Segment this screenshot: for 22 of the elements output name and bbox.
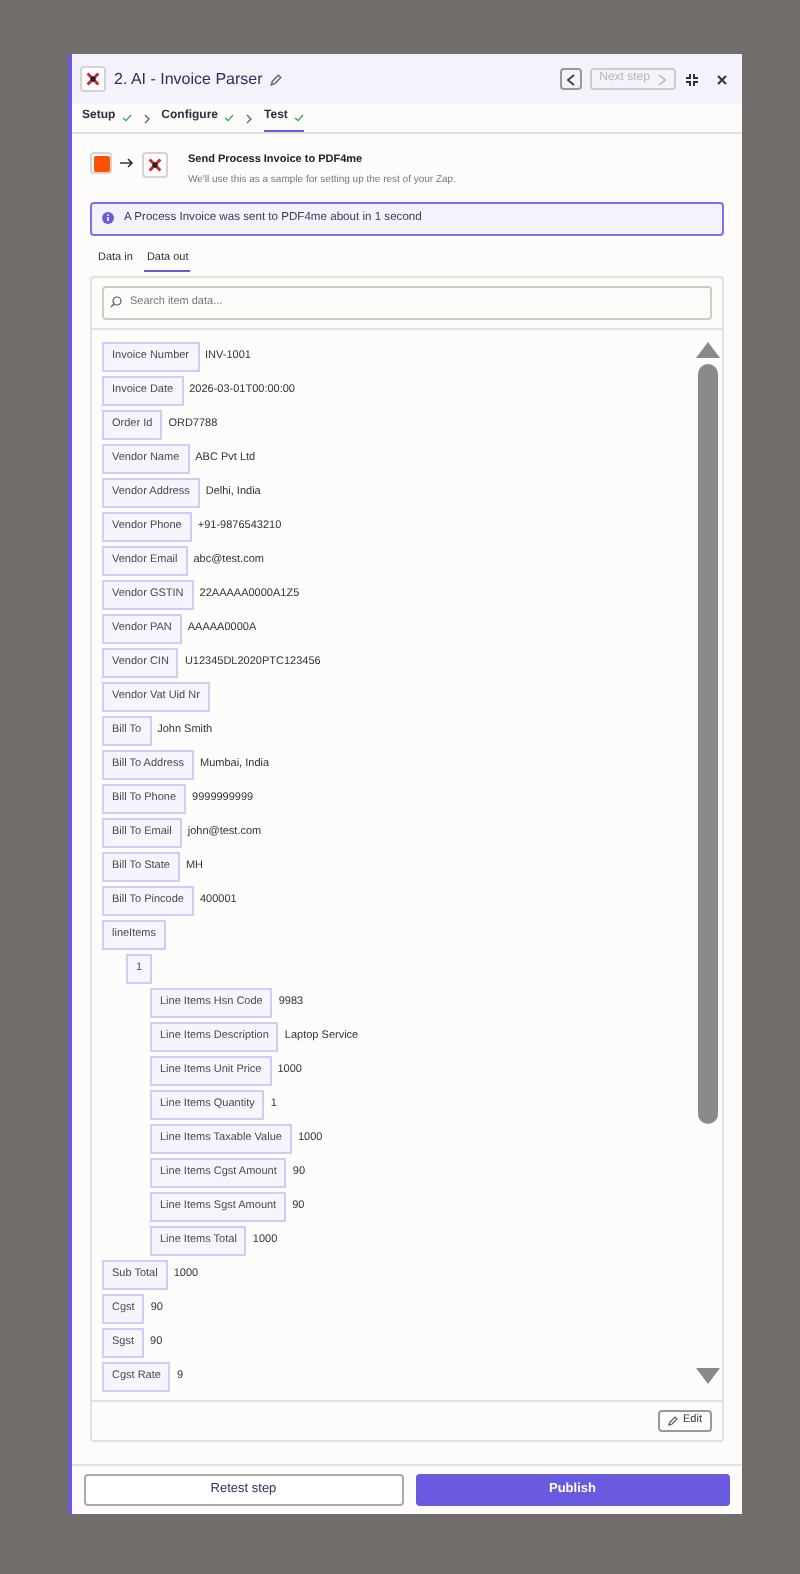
info-icon [102, 212, 114, 225]
arrow-icon [120, 158, 134, 168]
pencil-icon[interactable] [270, 73, 283, 85]
chevron-icon [246, 113, 253, 123]
scroll-up-icon[interactable] [696, 341, 720, 358]
chevron-left-icon [565, 73, 576, 85]
trigger-app-icon [90, 152, 112, 174]
pencil-icon [667, 1415, 678, 1426]
scroll-down-icon[interactable] [696, 1367, 720, 1384]
app-logo-icon [80, 66, 106, 92]
scrollbar-thumb[interactable] [698, 363, 718, 1124]
close-icon[interactable] [716, 73, 728, 85]
chevron-icon [143, 113, 150, 123]
check-icon [293, 113, 304, 121]
previous-button[interactable] [559, 68, 582, 90]
step-title: 2. AI - Invoice Parser [114, 67, 263, 91]
collapse-icon[interactable] [684, 71, 700, 87]
chevron-right-icon [658, 73, 666, 85]
app-logo-icon [142, 152, 168, 178]
check-icon [121, 113, 132, 121]
check-icon [224, 113, 235, 121]
search-icon [110, 295, 122, 308]
